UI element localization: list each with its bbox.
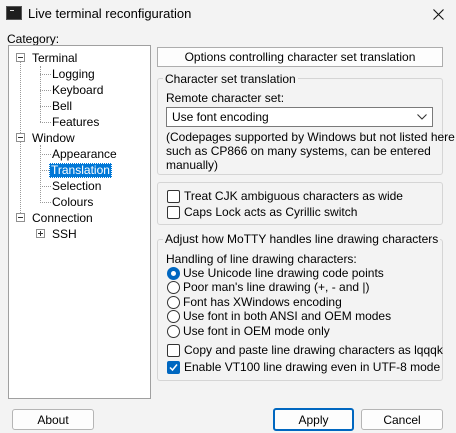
tree-item-colours[interactable]: Colours — [50, 195, 95, 210]
charset-note-line: (Codepages supported by Windows but not … — [166, 130, 456, 144]
cjk-wide-checkbox[interactable] — [167, 190, 180, 203]
expand-icon[interactable] — [36, 229, 45, 238]
copy-paste-lqqqk-checkbox[interactable] — [167, 344, 180, 357]
oem-only-radio[interactable] — [167, 325, 180, 338]
remote-charset-select[interactable]: Use font encoding — [166, 107, 433, 127]
poor-man-linedraw-radio[interactable] — [167, 281, 180, 294]
about-button[interactable]: About — [12, 409, 94, 430]
ansi-oem-radio[interactable] — [167, 310, 180, 323]
remote-charset-label: Remote character set: — [166, 91, 285, 105]
tree-item-window[interactable]: Window — [30, 131, 77, 146]
checkmark-icon — [169, 364, 178, 372]
unicode-linedraw-radio[interactable] — [167, 267, 180, 280]
panel-header: Options controlling character set transl… — [157, 47, 443, 67]
collapse-icon[interactable] — [16, 133, 25, 142]
vt100-utf8-checkbox[interactable] — [167, 361, 180, 374]
vt100-utf8-label[interactable]: Enable VT100 line drawing even in UTF-8 … — [184, 360, 440, 374]
cjk-wide-label[interactable]: Treat CJK ambiguous characters as wide — [184, 189, 403, 203]
terminal-icon — [6, 6, 22, 20]
unicode-linedraw-label[interactable]: Use Unicode line drawing code points — [183, 266, 384, 280]
tree-item-logging[interactable]: Logging — [50, 67, 97, 82]
poor-man-linedraw-label[interactable]: Poor man's line drawing (+, - and |) — [183, 280, 370, 294]
tree-item-appearance[interactable]: Appearance — [50, 147, 119, 162]
charset-group-title: Character set translation — [163, 72, 298, 86]
chevron-down-icon — [417, 114, 427, 120]
tree-item-terminal[interactable]: Terminal — [30, 51, 79, 66]
linedraw-group-title: Adjust how MoTTY handles line drawing ch… — [163, 232, 441, 246]
apply-button[interactable]: Apply — [273, 408, 354, 431]
linedraw-handling-label: Handling of line drawing characters: — [166, 252, 357, 266]
remote-charset-value: Use font encoding — [172, 110, 269, 124]
title-bar: Live terminal reconfiguration — [0, 0, 456, 28]
charset-note-line: such as CP866 on many systems, can be en… — [166, 144, 431, 158]
cancel-button[interactable]: Cancel — [361, 409, 443, 430]
tree-item-selection[interactable]: Selection — [50, 179, 103, 194]
window-title: Live terminal reconfiguration — [28, 6, 192, 21]
category-tree[interactable]: Terminal Logging Keyboard Bell Features … — [8, 45, 151, 399]
tree-item-keyboard[interactable]: Keyboard — [50, 83, 105, 98]
tree-item-ssh[interactable]: SSH — [50, 227, 79, 242]
copy-paste-lqqqk-label[interactable]: Copy and paste line drawing characters a… — [184, 343, 443, 357]
tree-item-bell[interactable]: Bell — [50, 99, 74, 114]
caps-lock-cyrillic-label[interactable]: Caps Lock acts as Cyrillic switch — [184, 205, 357, 219]
oem-only-label[interactable]: Use font in OEM mode only — [183, 324, 330, 338]
close-icon — [432, 8, 444, 20]
collapse-icon[interactable] — [16, 53, 25, 62]
tree-item-connection[interactable]: Connection — [30, 211, 95, 226]
xwindows-encoding-label[interactable]: Font has XWindows encoding — [183, 295, 342, 309]
ansi-oem-label[interactable]: Use font in both ANSI and OEM modes — [183, 309, 391, 323]
charset-note-line: manually) — [166, 158, 219, 172]
collapse-icon[interactable] — [16, 213, 25, 222]
caps-lock-cyrillic-checkbox[interactable] — [167, 206, 180, 219]
tree-item-features[interactable]: Features — [50, 115, 101, 130]
tree-item-translation[interactable]: Translation — [49, 163, 112, 178]
xwindows-encoding-radio[interactable] — [167, 296, 180, 309]
category-label: Category: — [7, 32, 60, 46]
close-button[interactable] — [420, 0, 456, 28]
